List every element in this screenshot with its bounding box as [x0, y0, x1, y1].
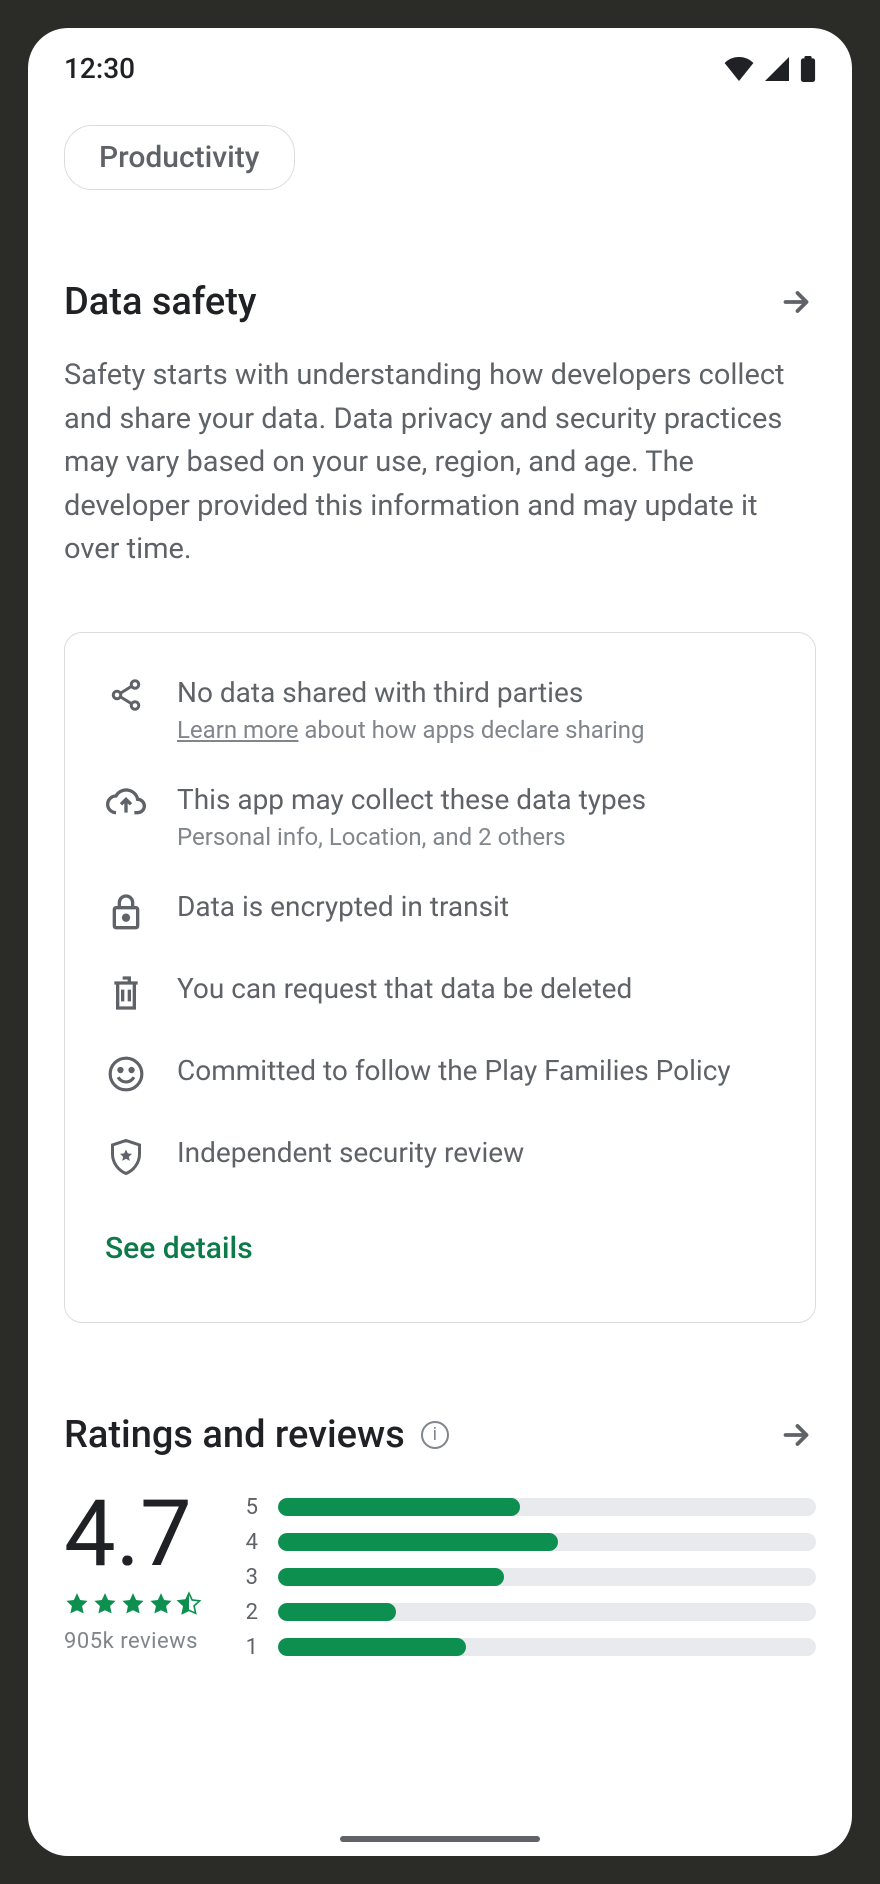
info-icon[interactable]: i	[421, 1421, 449, 1449]
rating-bar-track	[278, 1568, 816, 1586]
data-safety-title: Data safety	[64, 280, 257, 324]
ratings-header[interactable]: Ratings and reviews i	[64, 1413, 816, 1457]
data-safety-item-title: No data shared with third parties	[177, 673, 775, 712]
see-details-link[interactable]: See details	[105, 1231, 775, 1266]
data-safety-description: Safety starts with understanding how dev…	[64, 354, 816, 572]
rating-bar-label: 5	[242, 1495, 258, 1520]
cloud-upload-icon	[105, 784, 147, 826]
rating-bar-row: 5	[242, 1495, 816, 1520]
status-bar: 12:30	[28, 28, 852, 93]
data-safety-header[interactable]: Data safety	[64, 280, 816, 324]
rating-bar-fill	[278, 1498, 520, 1516]
shield-star-icon	[105, 1137, 147, 1179]
data-safety-item-title: Data is encrypted in transit	[177, 887, 775, 926]
rating-bar-label: 1	[242, 1635, 258, 1660]
data-safety-item-sub: Learn more about how apps declare sharin…	[177, 716, 775, 744]
smile-icon	[105, 1055, 147, 1097]
rating-bar-row: 1	[242, 1635, 816, 1660]
rating-bars: 5 4 3 2 1	[242, 1495, 816, 1660]
data-safety-item-title: Committed to follow the Play Families Po…	[177, 1051, 775, 1090]
star-full-icon	[64, 1591, 90, 1617]
ratings-title: Ratings and reviews	[64, 1413, 405, 1457]
rating-bar-track	[278, 1498, 816, 1516]
data-safety-item: Independent security review	[105, 1133, 775, 1179]
category-chip[interactable]: Productivity	[64, 125, 295, 190]
rating-bar-fill	[278, 1533, 558, 1551]
data-safety-item-title: You can request that data be deleted	[177, 969, 775, 1008]
chip-label: Productivity	[99, 140, 260, 175]
learn-more-link[interactable]: Learn more	[177, 716, 298, 744]
battery-icon	[800, 56, 816, 82]
nav-handle[interactable]	[340, 1836, 540, 1842]
rating-score: 4.7	[64, 1489, 202, 1581]
review-count: 905k reviews	[64, 1629, 202, 1654]
cellular-icon	[764, 57, 790, 81]
star-full-icon	[92, 1591, 118, 1617]
rating-bar-fill	[278, 1603, 396, 1621]
rating-bar-track	[278, 1603, 816, 1621]
rating-bar-row: 4	[242, 1530, 816, 1555]
wifi-icon	[724, 57, 754, 81]
rating-bar-row: 3	[242, 1565, 816, 1590]
data-safety-item: This app may collect these data types Pe…	[105, 780, 775, 851]
share-icon	[105, 677, 147, 719]
ratings-body: 4.7 905k reviews 5 4 3 2 1	[64, 1489, 816, 1660]
rating-bar-row: 2	[242, 1600, 816, 1625]
rating-bar-fill	[278, 1638, 466, 1656]
star-full-icon	[148, 1591, 174, 1617]
rating-bar-label: 2	[242, 1600, 258, 1625]
status-icons	[724, 56, 816, 82]
data-safety-item: Committed to follow the Play Families Po…	[105, 1051, 775, 1097]
rating-bar-fill	[278, 1568, 504, 1586]
arrow-right-icon[interactable]	[776, 282, 816, 322]
status-time: 12:30	[64, 52, 135, 85]
rating-bar-label: 3	[242, 1565, 258, 1590]
data-safety-item: You can request that data be deleted	[105, 969, 775, 1015]
data-safety-card: No data shared with third parties Learn …	[64, 632, 816, 1323]
rating-stars	[64, 1591, 202, 1617]
star-half-icon	[176, 1591, 202, 1617]
star-full-icon	[120, 1591, 146, 1617]
data-safety-item-sub: Personal info, Location, and 2 others	[177, 823, 775, 851]
data-safety-item-title: This app may collect these data types	[177, 780, 775, 819]
rating-bar-track	[278, 1533, 816, 1551]
data-safety-item: No data shared with third parties Learn …	[105, 673, 775, 744]
rating-bar-label: 4	[242, 1530, 258, 1555]
rating-bar-track	[278, 1638, 816, 1656]
lock-icon	[105, 891, 147, 933]
trash-icon	[105, 973, 147, 1015]
data-safety-item: Data is encrypted in transit	[105, 887, 775, 933]
data-safety-item-title: Independent security review	[177, 1133, 775, 1172]
arrow-right-icon[interactable]	[776, 1415, 816, 1455]
